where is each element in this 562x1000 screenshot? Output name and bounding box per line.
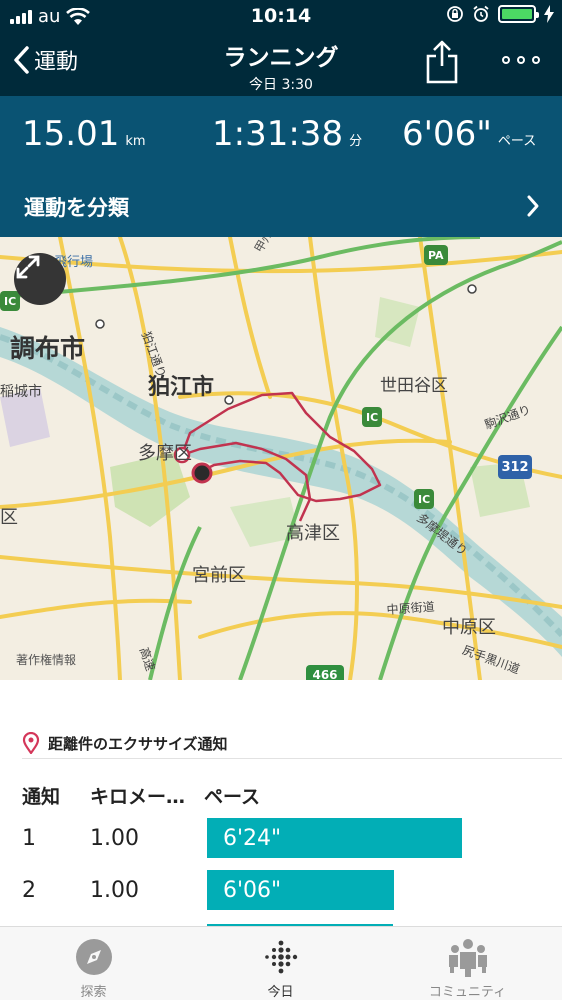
notifications-title: 距離件のエクササイズ通知 xyxy=(48,734,228,753)
pace-bar-label: 6'06" xyxy=(223,877,282,903)
route-312-badge: 312 xyxy=(498,455,532,479)
header: au 10:14 運動 ランニング 今日 3:30 xyxy=(0,0,562,96)
charging-icon xyxy=(544,5,554,23)
community-icon xyxy=(449,939,487,977)
map-label-takatsu: 高津区 xyxy=(286,523,340,544)
map-label-tama: 多摩区 xyxy=(138,443,192,464)
tab-community-label: コミュニティ xyxy=(428,985,507,1000)
page-subtitle: 今日 3:30 xyxy=(249,77,313,93)
more-options-button[interactable] xyxy=(498,44,544,76)
map-label-chofu: 調布市 xyxy=(10,334,86,363)
battery-icon xyxy=(498,5,539,23)
expand-icon xyxy=(16,255,40,279)
classify-exercise-row[interactable]: 運動を分類 xyxy=(0,180,562,237)
tab-today[interactable]: 今日 xyxy=(187,927,374,1000)
pace-bar-label: 6'24" xyxy=(223,825,282,851)
distance-stat: 15.01 km xyxy=(22,114,146,154)
split-row: 1 1.00 6'24" xyxy=(0,818,562,862)
pace-bar: 6'06" xyxy=(207,870,394,910)
pace-bar: 6'24" xyxy=(207,818,462,858)
column-header-pace: ペース xyxy=(204,786,261,808)
column-header-km: キロメー… xyxy=(90,786,186,808)
map-label-nakahara-kaido: 中原街道 xyxy=(386,599,436,617)
split-notifications: 距離件のエクササイズ通知 通知 キロメー… ペース 1 1.00 6'24" 2… xyxy=(0,680,562,926)
stats-band: 15.01 km 1:31:38 分 6'06" ペース 運動を分類 xyxy=(0,96,562,237)
pace-value: 6'06" xyxy=(402,114,492,154)
compass-icon xyxy=(76,939,112,975)
pace-unit: ペース xyxy=(497,134,537,149)
tab-explore[interactable]: 探索 xyxy=(0,927,187,1000)
classify-label: 運動を分類 xyxy=(24,196,129,220)
duration-stat: 1:31:38 分 xyxy=(212,114,362,154)
split-km: 1.00 xyxy=(90,826,139,851)
pace-stat: 6'06" ペース xyxy=(402,114,536,154)
split-row: 2 1.00 6'06" xyxy=(0,870,562,914)
route-map[interactable]: 調布市 狛江市 世田谷区 多摩区 高津区 宮前区 中原区 稲城市 区 飛行場 甲… xyxy=(0,237,562,680)
expand-map-button[interactable] xyxy=(14,253,66,305)
tab-community[interactable]: コミュニティ xyxy=(374,927,561,1000)
distance-unit: km xyxy=(125,134,146,149)
ic-badge-left: IC xyxy=(0,291,21,311)
share-icon xyxy=(426,40,458,84)
map-label-nakahara: 中原区 xyxy=(442,617,496,638)
alarm-icon xyxy=(473,5,489,22)
tab-bar: 探索 今日 コミュニティ xyxy=(0,926,562,1000)
ic-badge-center: IC xyxy=(362,407,383,427)
map-label-setagaya: 世田谷区 xyxy=(380,376,448,396)
duration-value: 1:31:38 xyxy=(212,114,344,154)
map-label-miyamae: 宮前区 xyxy=(192,565,246,586)
tab-today-label: 今日 xyxy=(267,985,294,1000)
pa-badge: PA xyxy=(424,245,448,265)
status-bar: au 10:14 xyxy=(0,0,562,32)
notifications-header: 距離件のエクササイズ通知 xyxy=(22,732,228,754)
fitbit-dots-icon xyxy=(265,940,298,974)
chevron-right-icon xyxy=(527,195,539,217)
map-copyright-link[interactable]: 著作権情報 xyxy=(16,651,76,668)
split-index: 2 xyxy=(22,878,36,903)
location-pin-icon xyxy=(22,732,40,754)
share-button[interactable] xyxy=(424,40,460,84)
tab-explore-label: 探索 xyxy=(80,985,107,1000)
route-466-badge: 466 xyxy=(306,665,344,680)
column-header-split: 通知 xyxy=(22,786,61,808)
rotation-lock-icon xyxy=(447,6,463,22)
map-label-inagi: 稲城市 xyxy=(0,384,42,400)
divider xyxy=(22,758,562,759)
ic-badge-right: IC xyxy=(414,489,435,509)
duration-unit: 分 xyxy=(349,134,363,149)
page-title: ランニング xyxy=(223,45,339,71)
distance-value: 15.01 xyxy=(22,114,120,154)
map-label-ku-left: 区 xyxy=(0,507,18,528)
split-index: 1 xyxy=(22,826,36,851)
split-km: 1.00 xyxy=(90,878,139,903)
nav-bar: 運動 ランニング 今日 3:30 xyxy=(0,32,562,96)
